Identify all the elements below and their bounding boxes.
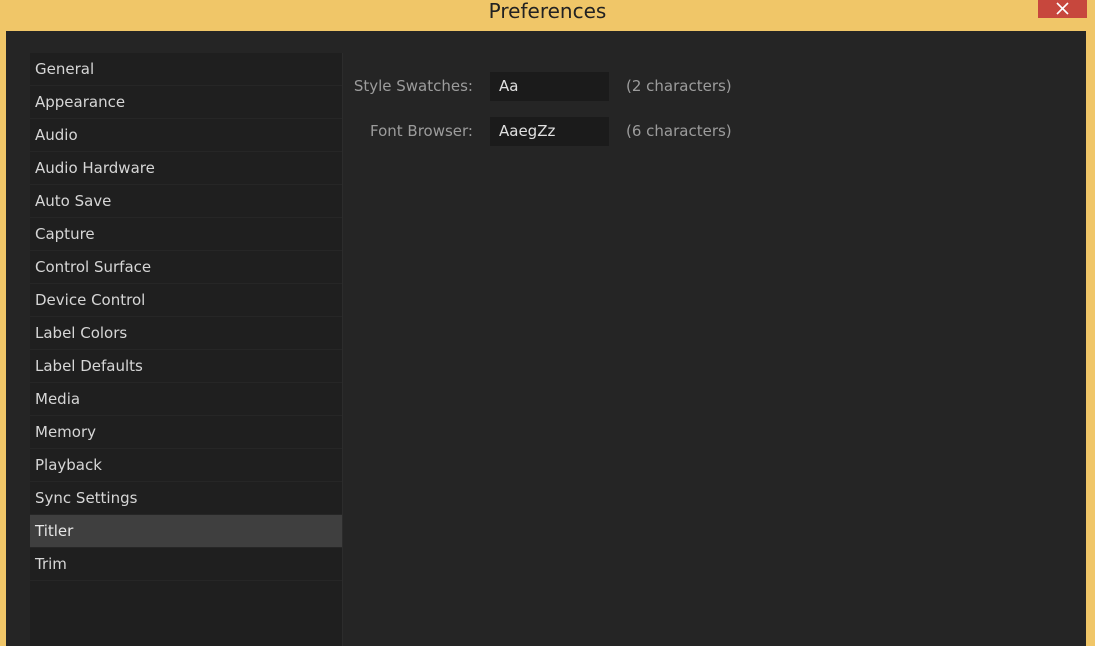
sidebar-item-memory[interactable]: Memory xyxy=(30,416,342,449)
close-button[interactable] xyxy=(1038,0,1087,18)
sidebar-item-label: Sync Settings xyxy=(35,489,138,507)
titlebar: Preferences xyxy=(0,0,1095,30)
window-title: Preferences xyxy=(488,0,607,23)
sidebar-item-label: Label Defaults xyxy=(35,357,143,375)
sidebar-item-sync-settings[interactable]: Sync Settings xyxy=(30,482,342,515)
sidebar-item-capture[interactable]: Capture xyxy=(30,218,342,251)
sidebar-item-auto-save[interactable]: Auto Save xyxy=(30,185,342,218)
sidebar-item-label: Memory xyxy=(35,423,97,441)
preferences-content: General Appearance Audio Audio Hardware … xyxy=(6,31,1086,646)
style-swatches-input[interactable]: Aa xyxy=(490,72,609,101)
sidebar-item-label: Label Colors xyxy=(35,324,128,342)
sidebar-item-label: Media xyxy=(35,390,81,408)
sidebar-item-label: Trim xyxy=(35,555,67,573)
sidebar-item-label-colors[interactable]: Label Colors xyxy=(30,317,342,350)
sidebar-item-audio-hardware[interactable]: Audio Hardware xyxy=(30,152,342,185)
sidebar-item-label: Playback xyxy=(35,456,102,474)
font-browser-label: Font Browser: xyxy=(369,122,473,140)
sidebar-item-titler[interactable]: Titler xyxy=(30,515,342,548)
sidebar-item-label: Audio Hardware xyxy=(35,159,155,177)
sidebar-item-label: Capture xyxy=(35,225,95,243)
sidebar-item-control-surface[interactable]: Control Surface xyxy=(30,251,342,284)
close-icon xyxy=(1056,2,1069,15)
font-browser-hint: (6 characters) xyxy=(626,122,732,140)
sidebar-item-media[interactable]: Media xyxy=(30,383,342,416)
sidebar-item-label: Titler xyxy=(35,522,74,540)
sidebar-item-label: Auto Save xyxy=(35,192,112,210)
sidebar-item-trim[interactable]: Trim xyxy=(30,548,342,581)
sidebar-item-device-control[interactable]: Device Control xyxy=(30,284,342,317)
sidebar-item-label: Device Control xyxy=(35,291,146,309)
sidebar-item-label-defaults[interactable]: Label Defaults xyxy=(30,350,342,383)
sidebar-item-label: Control Surface xyxy=(35,258,152,276)
sidebar-item-playback[interactable]: Playback xyxy=(30,449,342,482)
style-swatches-label: Style Swatches: xyxy=(353,77,473,95)
preferences-window: Preferences General Appearance Audio Aud… xyxy=(0,0,1095,646)
style-swatches-hint: (2 characters) xyxy=(626,77,732,95)
font-browser-input[interactable]: AaegZz xyxy=(490,117,609,146)
